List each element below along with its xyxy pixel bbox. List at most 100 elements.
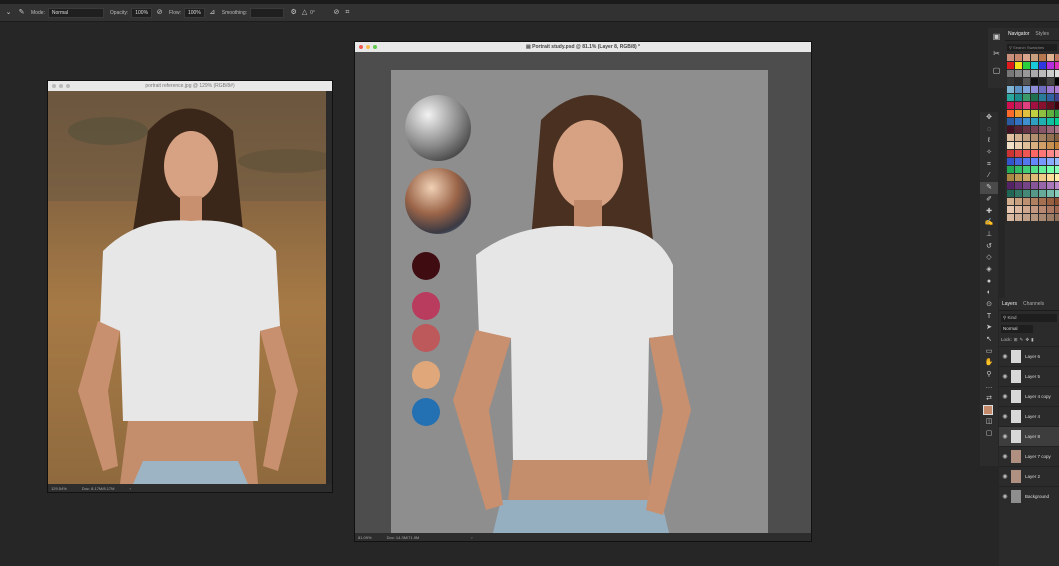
reference-window-titlebar[interactable]: portrait reference.jpg @ 129% (RGB/8#) xyxy=(48,81,332,91)
swatch-cell[interactable] xyxy=(1007,54,1014,61)
swatch-cell[interactable] xyxy=(1015,70,1022,77)
swatch-cell[interactable] xyxy=(1039,110,1046,117)
paint-bucket-tool-icon[interactable]: ◈ xyxy=(980,264,998,276)
healing-tool-icon[interactable]: ✚ xyxy=(980,206,998,218)
swatch-cell[interactable] xyxy=(1031,54,1038,61)
swatch-cell[interactable] xyxy=(1015,190,1022,197)
swatches-search-input[interactable]: ⚲ Search Swatches xyxy=(1007,44,1057,51)
history-icon[interactable]: ▣ xyxy=(988,28,1005,45)
layer-row[interactable]: ◉ Layer 7 copy xyxy=(999,446,1059,466)
pen-tool-icon[interactable]: ⊙ xyxy=(980,299,998,311)
pressure-opacity-icon[interactable]: ⊘ xyxy=(156,9,163,16)
swatch-cell[interactable] xyxy=(1015,166,1022,173)
swatch-cell[interactable] xyxy=(1023,126,1030,133)
swatch-cell[interactable] xyxy=(1055,150,1059,157)
swatch-cell[interactable] xyxy=(1007,86,1014,93)
swatch-cell[interactable] xyxy=(1055,214,1059,221)
zoom-button[interactable] xyxy=(66,84,70,88)
swatch-cell[interactable] xyxy=(1055,182,1059,189)
type-tool-icon[interactable]: T xyxy=(980,311,998,323)
swatch-cell[interactable] xyxy=(1039,126,1046,133)
swatch-cell[interactable] xyxy=(1055,94,1059,101)
swatch-cell[interactable] xyxy=(1047,214,1054,221)
swatch-cell[interactable] xyxy=(1031,78,1038,85)
swatch-cell[interactable] xyxy=(1047,166,1054,173)
swatch-cell[interactable] xyxy=(1055,158,1059,165)
swatch-cell[interactable] xyxy=(1015,62,1022,69)
color-picker-swatches[interactable] xyxy=(980,404,998,419)
minimize-button[interactable] xyxy=(59,84,63,88)
swatch-cell[interactable] xyxy=(1015,150,1022,157)
clone-stamp-tool-icon[interactable]: ⊥ xyxy=(980,229,998,241)
swatch-cell[interactable] xyxy=(1023,190,1030,197)
swatch-cell[interactable] xyxy=(1047,134,1054,141)
swatch-cell[interactable] xyxy=(1007,126,1014,133)
swatch-cell[interactable] xyxy=(1023,70,1030,77)
swatch-cell[interactable] xyxy=(1007,134,1014,141)
angle-icon[interactable]: △ xyxy=(301,9,308,16)
status-menu-chevron-icon[interactable]: › xyxy=(471,535,472,540)
swatch-cell[interactable] xyxy=(1055,142,1059,149)
swatch-cell[interactable] xyxy=(1039,62,1046,69)
swatch-cell[interactable] xyxy=(1023,206,1030,213)
tab-styles[interactable]: Styles xyxy=(1032,31,1052,37)
swatch-cell[interactable] xyxy=(1007,118,1014,125)
magic-wand-tool-icon[interactable]: ✧ xyxy=(980,147,998,159)
swatch-cell[interactable] xyxy=(1023,214,1030,221)
swatch-cell[interactable] xyxy=(1015,94,1022,101)
pencil-tool-icon[interactable]: ✐ xyxy=(980,194,998,206)
minimize-button[interactable] xyxy=(366,45,370,49)
canvas-document[interactable] xyxy=(391,70,768,541)
swatch-cell[interactable] xyxy=(1023,142,1030,149)
mixer-brush-icon[interactable]: ✍ xyxy=(980,217,998,229)
reference-scrollbar[interactable] xyxy=(326,91,332,484)
swatch-cell[interactable] xyxy=(1031,206,1038,213)
swatch-cell[interactable] xyxy=(1015,198,1022,205)
swatch-cell[interactable] xyxy=(1047,174,1054,181)
opacity-field[interactable]: 100% xyxy=(131,7,153,18)
swatch-cell[interactable] xyxy=(1031,174,1038,181)
swatch-cell[interactable] xyxy=(1039,166,1046,173)
swatch-cell[interactable] xyxy=(1031,150,1038,157)
swatch-cell[interactable] xyxy=(1023,182,1030,189)
swatch-cell[interactable] xyxy=(1047,94,1054,101)
swatch-cell[interactable] xyxy=(1055,126,1059,133)
swatch-cell[interactable] xyxy=(1031,198,1038,205)
swatch-cell[interactable] xyxy=(1047,182,1054,189)
swatch-cell[interactable] xyxy=(1039,54,1046,61)
swatch-cell[interactable] xyxy=(1015,118,1022,125)
swatch-cell[interactable] xyxy=(1007,150,1014,157)
swatch-cell[interactable] xyxy=(1015,134,1022,141)
swatch-cell[interactable] xyxy=(1023,174,1030,181)
symmetry-icon[interactable]: ⌗ xyxy=(344,9,351,16)
swatch-cell[interactable] xyxy=(1039,190,1046,197)
swatch-cell[interactable] xyxy=(1015,214,1022,221)
swatch-cell[interactable] xyxy=(1055,86,1059,93)
blur-tool-icon[interactable]: ● xyxy=(980,276,998,288)
swap-colors-icon[interactable]: ⇄ xyxy=(980,393,998,405)
quick-mask-icon[interactable]: ◫ xyxy=(980,416,998,428)
swatch-cell[interactable] xyxy=(1055,174,1059,181)
swatch-cell[interactable] xyxy=(1031,158,1038,165)
swatch-cell[interactable] xyxy=(1015,102,1022,109)
swatch-cell[interactable] xyxy=(1023,166,1030,173)
rectangle-tool-icon[interactable]: ▭ xyxy=(980,346,998,358)
swatch-cell[interactable] xyxy=(1039,142,1046,149)
swatch-cell[interactable] xyxy=(1039,158,1046,165)
eraser-tool-icon[interactable]: ◇ xyxy=(980,252,998,264)
swatch-cell[interactable] xyxy=(1023,150,1030,157)
swatch-cell[interactable] xyxy=(1007,102,1014,109)
swatch-cell[interactable] xyxy=(1047,70,1054,77)
swatch-cell[interactable] xyxy=(1031,126,1038,133)
swatch-cell[interactable] xyxy=(1007,166,1014,173)
layer-row[interactable]: ◉ Layer 4 xyxy=(999,406,1059,426)
direct-selection-tool-icon[interactable]: ↖ xyxy=(980,334,998,346)
close-button[interactable] xyxy=(52,84,56,88)
visibility-eye-icon[interactable]: ◉ xyxy=(999,393,1011,400)
status-menu-chevron-icon[interactable]: › xyxy=(129,486,130,491)
swatch-cell[interactable] xyxy=(1039,118,1046,125)
reference-zoom-readout[interactable]: 129.54% xyxy=(51,486,67,491)
swatch-cell[interactable] xyxy=(1031,190,1038,197)
swatch-cell[interactable] xyxy=(1031,110,1038,117)
swatch-cell[interactable] xyxy=(1007,206,1014,213)
